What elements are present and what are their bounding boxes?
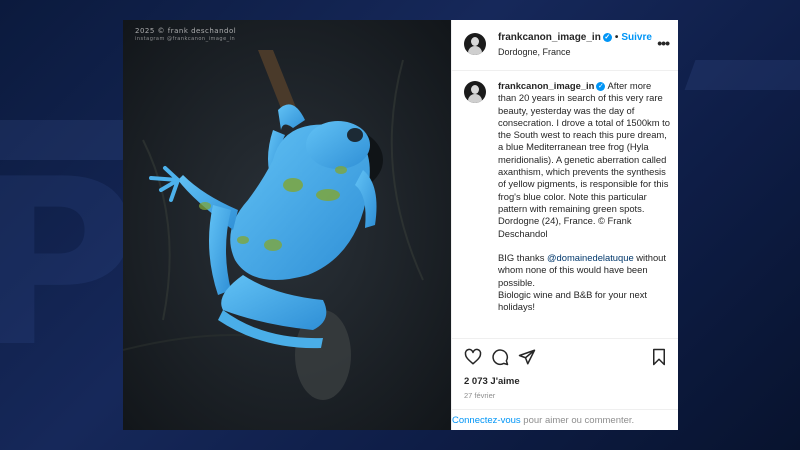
login-link[interactable]: Connectez-vous [452,415,521,426]
more-options-icon[interactable]: ••• [657,35,670,51]
caption-mention-link[interactable]: @domainedelatuque [547,252,634,263]
send-icon[interactable] [518,348,536,366]
verified-badge-icon: ✓ [602,33,612,42]
bookmark-icon[interactable] [650,348,668,366]
post-side-panel: frankcanon_image_in ✓ • Suivre Dordogne, Fr… [451,20,678,430]
post-location[interactable]: Dordogne, France [498,47,571,57]
caption-area: frankcanon_image_in ✓ After more than 20 … [452,71,678,337]
instagram-post: 2025 © frank deschandol instagram @frank… [123,20,678,430]
post-actions-bar [452,338,678,375]
post-header: frankcanon_image_in ✓ • Suivre Dordogne, Fr… [452,20,678,71]
comment-icon[interactable] [491,348,509,366]
likes-count[interactable]: 2 073 J'aime [464,376,520,387]
caption-username[interactable]: frankcanon_image_in [498,80,594,91]
post-caption: frankcanon_image_in ✓ After more than 20 … [498,80,670,314]
watermark-line1: 2025 © frank deschandol [135,27,237,35]
login-prompt: Connectez-vous pour aimer ou commenter. [452,409,678,430]
heart-icon[interactable] [464,348,482,366]
verified-badge-icon: ✓ [596,82,606,91]
background-stripe [684,60,800,90]
login-prompt-text: pour aimer ou commenter. [523,415,635,426]
author-avatar[interactable] [464,33,486,55]
post-photo[interactable]: 2025 © frank deschandol instagram @frank… [123,20,451,430]
caption-text-main: After more than 20 years in search of th… [498,80,670,239]
follow-button[interactable]: Suivre [621,32,652,43]
caption-avatar[interactable] [464,81,486,103]
frog-photo-illustration [123,20,451,430]
header-username-line: frankcanon_image_in ✓ • Suivre [498,32,652,43]
photo-watermark: 2025 © frank deschandol instagram @frank… [135,27,236,42]
caption-thanks-prefix: BIG thanks [498,252,545,264]
author-username[interactable]: frankcanon_image_in [498,32,601,43]
caption-text-promo: Biologic wine and B&B for your next holi… [498,289,648,313]
background-watermark: P [0,131,139,398]
watermark-line2: instagram @frankcanon_image_in [135,36,236,42]
post-date[interactable]: 27 février [464,391,495,400]
separator: • [614,32,619,43]
